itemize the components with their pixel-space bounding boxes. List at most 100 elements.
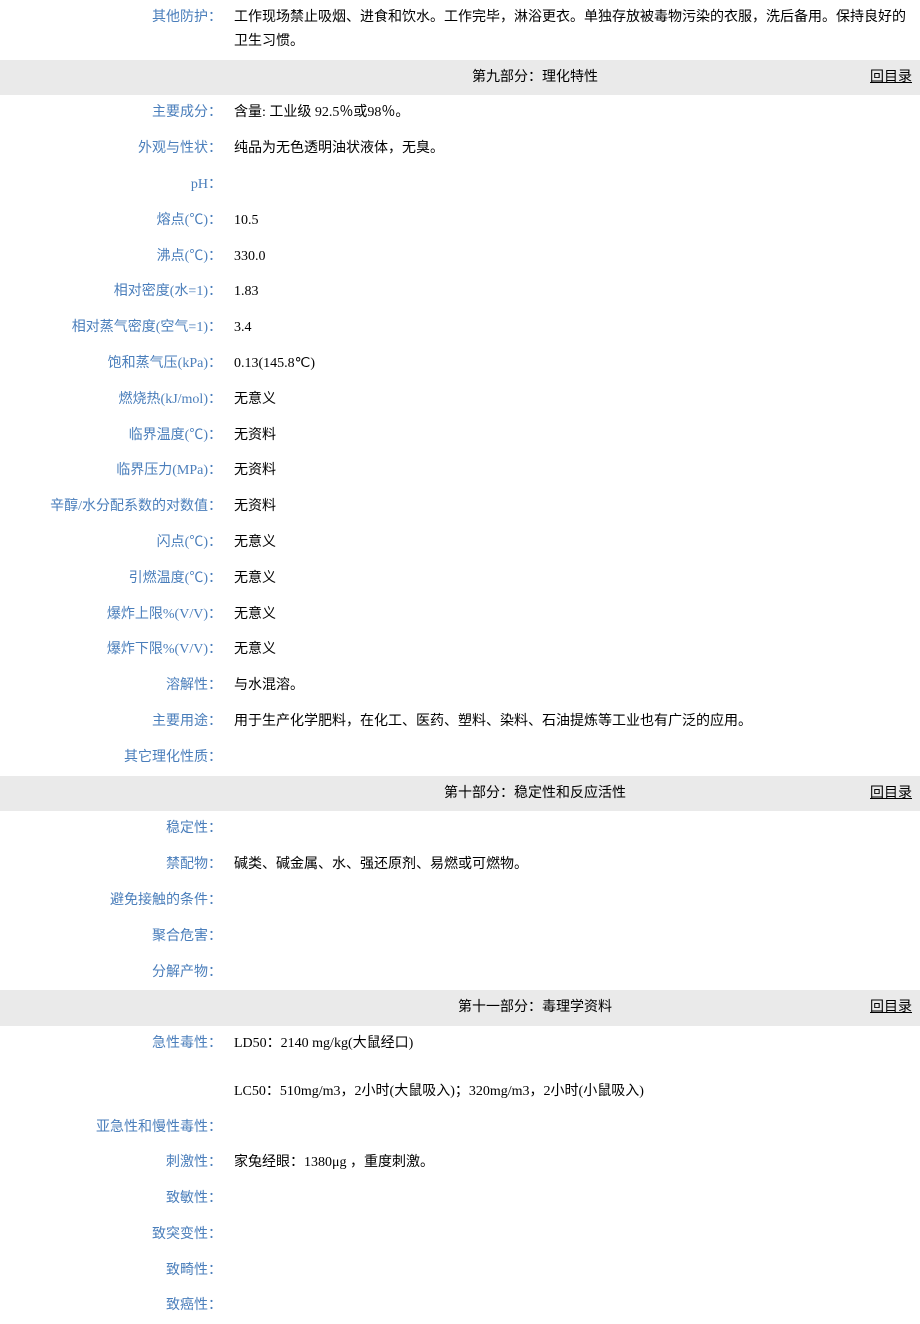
property-row: 沸点(℃)：330.0 bbox=[0, 239, 920, 275]
section-header: 第十一部分：毒理学资料 回目录 bbox=[0, 990, 920, 1026]
property-row: 溶解性：与水混溶。 bbox=[0, 668, 920, 704]
property-row: 聚合危害： bbox=[0, 919, 920, 955]
property-row: 避免接触的条件： bbox=[0, 883, 920, 919]
property-label: 分解产物： bbox=[0, 955, 230, 991]
property-row: 亚急性和慢性毒性： bbox=[0, 1110, 920, 1146]
property-label: 急性毒性： bbox=[0, 1026, 230, 1109]
property-row: 急性毒性：LD50：2140 mg/kg(大鼠经口) LC50：510mg/m3… bbox=[0, 1026, 920, 1109]
property-value: 工作现场禁止吸烟、进食和饮水。工作完毕，淋浴更衣。单独存放被毒物污染的衣服，洗后… bbox=[230, 0, 920, 60]
property-label: 辛醇/水分配系数的对数值： bbox=[0, 489, 230, 525]
property-label: 其它理化性质： bbox=[0, 740, 230, 776]
property-label: 临界温度(℃)： bbox=[0, 418, 230, 454]
property-label: 饱和蒸气压(kPa)： bbox=[0, 346, 230, 382]
property-value: 330.0 bbox=[230, 239, 920, 275]
property-row: 临界温度(℃)：无资料 bbox=[0, 418, 920, 454]
property-row: 爆炸下限%(V/V)：无意义 bbox=[0, 632, 920, 668]
back-to-toc-link[interactable]: 回目录 bbox=[870, 786, 912, 801]
property-label: 燃烧热(kJ/mol)： bbox=[0, 382, 230, 418]
property-value bbox=[230, 1253, 920, 1289]
property-row: 其他防护：工作现场禁止吸烟、进食和饮水。工作完毕，淋浴更衣。单独存放被毒物污染的… bbox=[0, 0, 920, 60]
property-label: 主要用途： bbox=[0, 704, 230, 740]
property-label: 稳定性： bbox=[0, 811, 230, 847]
back-to-toc-link[interactable]: 回目录 bbox=[870, 1000, 912, 1015]
property-value bbox=[230, 883, 920, 919]
section-title: 第九部分：理化特性 bbox=[234, 63, 836, 93]
property-row: 相对蒸气密度(空气=1)：3.4 bbox=[0, 310, 920, 346]
property-label: 避免接触的条件： bbox=[0, 883, 230, 919]
property-value: 3.4 bbox=[230, 310, 920, 346]
property-label: 亚急性和慢性毒性： bbox=[0, 1110, 230, 1146]
property-label: 禁配物： bbox=[0, 847, 230, 883]
property-value: 无资料 bbox=[230, 453, 920, 489]
property-row: 外观与性状：纯品为无色透明油状液体，无臭。 bbox=[0, 131, 920, 167]
property-value: 0.13(145.8℃) bbox=[230, 346, 920, 382]
property-value: 无资料 bbox=[230, 418, 920, 454]
property-value: 含量: 工业级 92.5％或98％。 bbox=[230, 95, 920, 131]
property-value: 碱类、碱金属、水、强还原剂、易燃或可燃物。 bbox=[230, 847, 920, 883]
property-value bbox=[230, 811, 920, 847]
property-value bbox=[230, 1110, 920, 1146]
property-value bbox=[230, 955, 920, 991]
section-header: 第十部分：稳定性和反应活性 回目录 bbox=[0, 776, 920, 812]
property-row: pH： bbox=[0, 167, 920, 203]
property-row: 饱和蒸气压(kPa)：0.13(145.8℃) bbox=[0, 346, 920, 382]
property-label: 沸点(℃)： bbox=[0, 239, 230, 275]
property-label: 熔点(℃)： bbox=[0, 203, 230, 239]
property-row: 稳定性： bbox=[0, 811, 920, 847]
property-row: 分解产物： bbox=[0, 955, 920, 991]
property-value: 与水混溶。 bbox=[230, 668, 920, 704]
property-label: 致癌性： bbox=[0, 1288, 230, 1324]
section-header: 第九部分：理化特性 回目录 bbox=[0, 60, 920, 96]
property-label: 溶解性： bbox=[0, 668, 230, 704]
property-label: 相对密度(水=1)： bbox=[0, 274, 230, 310]
property-row: 相对密度(水=1)：1.83 bbox=[0, 274, 920, 310]
property-row: 引燃温度(℃)：无意义 bbox=[0, 561, 920, 597]
section-title: 第十部分：稳定性和反应活性 bbox=[234, 779, 836, 809]
property-label: 引燃温度(℃)： bbox=[0, 561, 230, 597]
property-row: 主要成分：含量: 工业级 92.5％或98％。 bbox=[0, 95, 920, 131]
property-value: LD50：2140 mg/kg(大鼠经口) LC50：510mg/m3，2小时(… bbox=[230, 1026, 920, 1109]
property-value bbox=[230, 1181, 920, 1217]
property-row: 辛醇/水分配系数的对数值：无资料 bbox=[0, 489, 920, 525]
property-value: 无意义 bbox=[230, 525, 920, 561]
property-row: 致突变性： bbox=[0, 1217, 920, 1253]
property-value: 10.5 bbox=[230, 203, 920, 239]
property-row: 致畸性： bbox=[0, 1253, 920, 1289]
property-value bbox=[230, 919, 920, 955]
property-value bbox=[230, 1217, 920, 1253]
property-label: 致畸性： bbox=[0, 1253, 230, 1289]
property-value: 无意义 bbox=[230, 382, 920, 418]
property-label: 主要成分： bbox=[0, 95, 230, 131]
property-value: 无资料 bbox=[230, 489, 920, 525]
property-row: 闪点(℃)：无意义 bbox=[0, 525, 920, 561]
property-label: 聚合危害： bbox=[0, 919, 230, 955]
property-label: 爆炸上限%(V/V)： bbox=[0, 597, 230, 633]
property-label: 闪点(℃)： bbox=[0, 525, 230, 561]
property-row: 其它理化性质： bbox=[0, 740, 920, 776]
property-label: 爆炸下限%(V/V)： bbox=[0, 632, 230, 668]
property-label: 外观与性状： bbox=[0, 131, 230, 167]
property-label: 致突变性： bbox=[0, 1217, 230, 1253]
property-row: 爆炸上限%(V/V)：无意义 bbox=[0, 597, 920, 633]
section-title: 第十一部分：毒理学资料 bbox=[234, 993, 836, 1023]
property-row: 致癌性： bbox=[0, 1288, 920, 1324]
property-row: 临界压力(MPa)：无资料 bbox=[0, 453, 920, 489]
property-row: 致敏性： bbox=[0, 1181, 920, 1217]
property-row: 禁配物：碱类、碱金属、水、强还原剂、易燃或可燃物。 bbox=[0, 847, 920, 883]
property-value: 无意义 bbox=[230, 597, 920, 633]
property-value bbox=[230, 740, 920, 776]
property-row: 主要用途：用于生产化学肥料，在化工、医药、塑料、染料、石油提炼等工业也有广泛的应… bbox=[0, 704, 920, 740]
property-row: 刺激性：家兔经眼：1380μg ，重度刺激。 bbox=[0, 1145, 920, 1181]
property-value bbox=[230, 1288, 920, 1324]
property-value: 无意义 bbox=[230, 561, 920, 597]
back-to-toc-link[interactable]: 回目录 bbox=[870, 70, 912, 85]
property-value: 用于生产化学肥料，在化工、医药、塑料、染料、石油提炼等工业也有广泛的应用。 bbox=[230, 704, 920, 740]
property-value: 家兔经眼：1380μg ，重度刺激。 bbox=[230, 1145, 920, 1181]
property-label: pH： bbox=[0, 167, 230, 203]
property-label: 相对蒸气密度(空气=1)： bbox=[0, 310, 230, 346]
property-value bbox=[230, 167, 920, 203]
property-row: 熔点(℃)：10.5 bbox=[0, 203, 920, 239]
property-row: 燃烧热(kJ/mol)：无意义 bbox=[0, 382, 920, 418]
property-label: 临界压力(MPa)： bbox=[0, 453, 230, 489]
property-label: 致敏性： bbox=[0, 1181, 230, 1217]
